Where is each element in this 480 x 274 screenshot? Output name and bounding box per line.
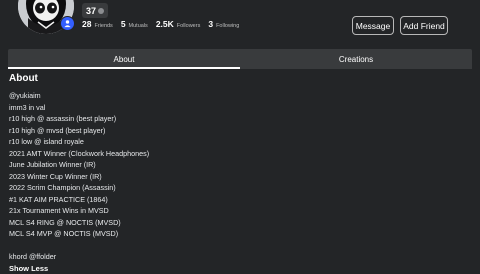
about-line: r10 high @ mvsd (best player) <box>9 125 106 135</box>
stat-label: Following <box>216 23 240 29</box>
about-line: 2022 Scrim Champion (Assassin) <box>9 183 116 192</box>
level-value: 37 <box>86 5 97 16</box>
stat-value: 2.5K <box>155 19 174 29</box>
stat-friends[interactable]: 28 Friends <box>82 19 113 29</box>
stat-followers[interactable]: 2.5K Followers <box>156 19 201 29</box>
stat-following[interactable]: 3 Following <box>208 19 239 29</box>
profile-header: 37 28 Friends 5 Mutuals 2.5K Followers 3… <box>0 0 480 42</box>
stat-label: Mutuals <box>128 23 148 29</box>
stat-label: Friends <box>94 23 113 29</box>
about-line: MCL S4 MVP @ NOCTIS (MVSD) <box>9 229 119 238</box>
level-dot-icon <box>98 7 105 14</box>
add-friend-button[interactable]: Add Friend <box>400 16 448 35</box>
stat-label: Followers <box>176 23 201 29</box>
about-line: #1 KAT AIM PRACTICE (1864) <box>9 194 108 204</box>
tab-about[interactable]: About <box>8 49 240 69</box>
about-line: 2021 AMT Winner (Clockwork Headphones) <box>9 148 150 158</box>
about-line: @yukiaim <box>9 91 41 100</box>
stat-mutuals[interactable]: 5 Mutuals <box>121 19 148 29</box>
about-line: June Jubilation Winner (IR) <box>9 160 96 169</box>
stat-value: 28 <box>82 19 92 29</box>
profile-stats: 28 Friends 5 Mutuals 2.5K Followers 3 Fo… <box>82 19 239 31</box>
about-line: r10 low @ island royale <box>9 137 84 146</box>
about-description: @yukiaim imm3 in val r10 high @ assassin… <box>9 90 469 263</box>
about-line: 2023 Winter Cup Winner (IR) <box>9 171 102 181</box>
about-line: r10 high @ assassin (best player) <box>9 114 117 123</box>
premium-icon <box>60 16 75 31</box>
tab-creations[interactable]: Creations <box>240 49 472 69</box>
stat-value: 3 <box>208 19 214 29</box>
about-line: 21x Tournament Wins in MVSD <box>9 206 109 215</box>
about-title: About <box>9 73 38 84</box>
about-line-blank <box>9 240 469 252</box>
about-section: About @yukiaim imm3 in val r10 high @ as… <box>9 73 469 274</box>
profile-tabs: About Creations <box>8 49 472 69</box>
about-line: khord @ffolder <box>9 252 57 261</box>
show-less-link[interactable]: Show Less <box>9 263 469 274</box>
stat-value: 5 <box>120 19 126 29</box>
about-line: imm3 in val <box>9 102 46 112</box>
message-button[interactable]: Message <box>352 16 394 35</box>
about-line: MCL S4 RING @ NOCTIS (MVSD) <box>9 217 121 227</box>
level-badge: 37 <box>82 3 109 18</box>
